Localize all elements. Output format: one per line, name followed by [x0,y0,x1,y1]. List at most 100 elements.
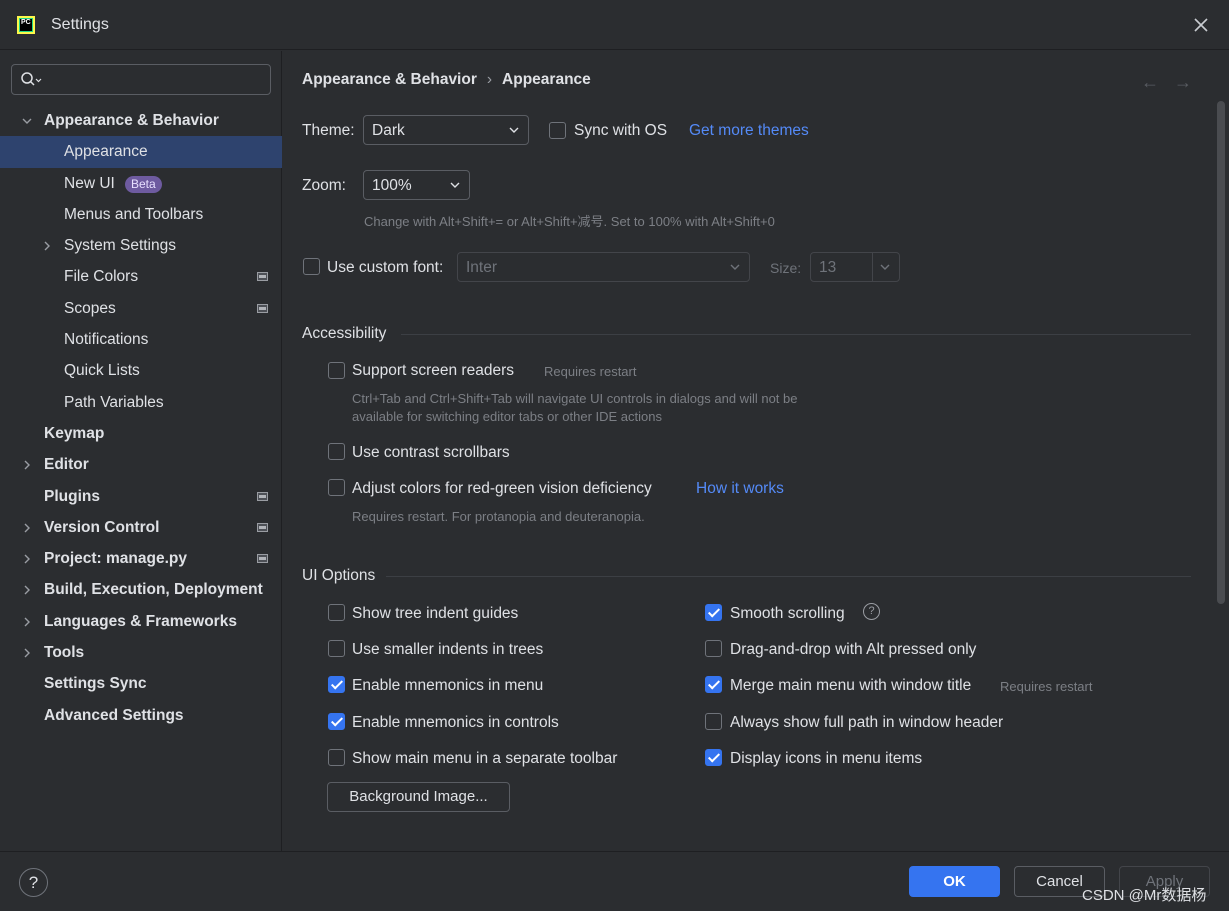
logo-text: PC [20,19,32,31]
project-level-icon [257,491,268,501]
custom-font-label: Use custom font: [327,259,444,276]
help-icon[interactable]: ? [863,603,880,620]
vertical-scrollbar[interactable] [1217,101,1225,604]
chevron-right-icon[interactable] [21,553,33,565]
sidebar-item[interactable]: Languages & Frameworks [0,606,282,637]
combo-divider [872,253,873,281]
sidebar-item[interactable]: Settings Sync [0,668,282,699]
sidebar-item[interactable]: Editor [0,449,282,480]
contrast-scrollbars-checkbox[interactable] [328,443,345,460]
sidebar-item-label: Editor [44,456,89,474]
ui-option-checkbox[interactable] [328,749,345,766]
ui-option-checkbox[interactable] [705,604,722,621]
custom-font-checkbox[interactable] [303,258,320,275]
sidebar-item[interactable]: Build, Execution, Deployment [0,574,282,605]
sidebar-item[interactable]: Scopes [0,293,282,324]
ui-option-label: Show tree indent guides [352,605,519,622]
zoom-label: Zoom: [302,177,346,194]
chevron-right-icon[interactable] [21,647,33,659]
theme-dropdown[interactable]: Dark [363,115,529,145]
sidebar-item-label: Quick Lists [64,362,140,380]
ui-option-checkbox[interactable] [705,640,722,657]
chevron-right-icon[interactable] [21,584,33,596]
chevron-down-icon[interactable] [21,115,33,127]
font-dropdown[interactable]: Inter [457,252,750,282]
project-level-icon [257,272,268,282]
sidebar-item[interactable]: Advanced Settings [0,700,282,731]
sidebar-item[interactable]: Keymap [0,418,282,449]
ui-option-label: Smooth scrolling [730,605,845,622]
ok-button[interactable]: OK [909,866,1000,897]
sidebar-item[interactable]: Notifications [0,324,282,355]
sidebar-item-label: Path Variables [64,393,164,411]
sidebar-item[interactable]: Project: manage.py [0,543,282,574]
chevron-down-icon [880,264,890,270]
sidebar-item[interactable]: Path Variables [0,387,282,418]
accessibility-section-title: Accessibility [302,325,387,342]
sidebar-item-label: Languages & Frameworks [44,612,237,630]
breadcrumb-separator: › [486,71,493,88]
sidebar-item[interactable]: System Settings [0,230,282,261]
ui-option-checkbox[interactable] [328,604,345,621]
chevron-right-icon[interactable] [41,240,53,252]
get-more-themes-link[interactable]: Get more themes [689,122,809,140]
sync-os-label: Sync with OS [574,122,668,139]
chevron-right-icon[interactable] [21,459,33,471]
sidebar-item-label: Keymap [44,424,105,442]
back-arrow-icon[interactable]: ← [1141,72,1159,93]
font-value: Inter [466,259,498,276]
search-field[interactable] [11,64,271,95]
sidebar-item-label: Advanced Settings [44,706,184,724]
dialog-footer: ? OK Cancel Apply CSDN @Mr数据杨 [0,851,1229,911]
ui-option-label: Show main menu in a separate toolbar [352,750,618,767]
title-bar: PC Settings [0,0,1229,50]
theme-value: Dark [372,122,405,139]
zoom-hint: Change with Alt+Shift+= or Alt+Shift+减号.… [364,214,775,229]
ui-option-label: Merge main menu with window title [730,677,972,694]
ui-option-checkbox[interactable] [705,676,722,693]
color-deficiency-checkbox[interactable] [328,479,345,496]
chevron-right-icon[interactable] [21,616,33,628]
screen-readers-description-2: available for switching editor tabs or o… [352,409,662,424]
zoom-dropdown[interactable]: 100% [363,170,470,200]
sidebar-item[interactable]: Appearance & Behavior [0,105,282,136]
font-size-dropdown[interactable]: 13 [810,252,900,282]
screen-readers-label: Support screen readers [352,362,514,379]
ui-option-checkbox[interactable] [705,749,722,766]
sidebar-item[interactable]: Quick Lists [0,355,282,386]
ui-options-section-title: UI Options [302,567,376,584]
how-it-works-link[interactable]: How it works [696,480,784,498]
ui-option-checkbox[interactable] [328,713,345,730]
font-size-value: 13 [819,259,837,276]
search-input[interactable] [46,69,261,91]
ui-option-checkbox[interactable] [705,713,722,730]
sidebar-item-label: Scopes [64,299,116,317]
sidebar-item-label: Menus and Toolbars [64,205,204,223]
ui-option-checkbox[interactable] [328,676,345,693]
breadcrumb-parent[interactable]: Appearance & Behavior [302,71,477,88]
sidebar-item[interactable]: New UI Beta [0,168,282,199]
sidebar-item-label: Appearance & Behavior [44,112,219,129]
screen-readers-checkbox[interactable] [328,362,345,379]
sidebar-item[interactable]: File Colors [0,261,282,292]
sidebar-item[interactable]: Tools [0,637,282,668]
sidebar-item[interactable]: Appearance [0,136,282,168]
sidebar-item[interactable]: Plugins [0,481,282,512]
breadcrumb: Appearance & Behavior › Appearance [302,71,591,89]
forward-arrow-icon[interactable]: → [1174,72,1192,93]
sidebar-item-label: Appearance [64,143,148,161]
color-deficiency-label: Adjust colors for red-green vision defic… [352,480,652,497]
sidebar-item-label: Build, Execution, Deployment [44,581,263,599]
sidebar-item[interactable]: Version Control [0,512,282,543]
chevron-right-icon[interactable] [21,522,33,534]
ui-option-checkbox[interactable] [328,640,345,657]
settings-content: Appearance & Behavior › Appearance ← → The… [283,51,1229,851]
background-image-button[interactable]: Background Image... [327,782,510,812]
close-icon[interactable] [1190,14,1212,36]
help-button[interactable]: ? [19,868,48,897]
pycharm-logo-icon: PC [17,16,35,34]
sync-os-checkbox[interactable] [549,122,566,139]
screen-readers-hint: Requires restart [544,364,637,379]
settings-tree: Appearance & Behavior Appearance New UI Bet… [0,105,282,731]
sidebar-item[interactable]: Menus and Toolbars [0,199,282,230]
